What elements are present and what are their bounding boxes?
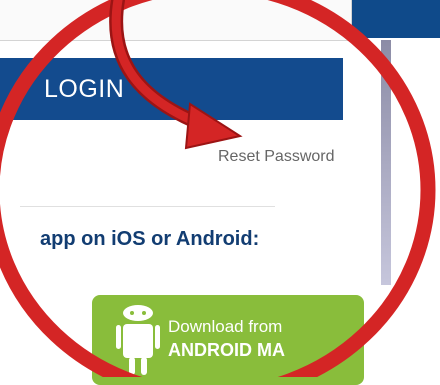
reset-password-link[interactable]: Reset Password — [218, 148, 335, 166]
app-promo-text: app on iOS or Android: — [40, 228, 260, 250]
divider — [20, 206, 275, 207]
scrollbar[interactable] — [381, 40, 391, 285]
android-icon — [116, 305, 160, 384]
login-button[interactable]: LOGIN — [0, 58, 343, 120]
android-market-button[interactable]: Download from ANDROID MA — [92, 295, 364, 385]
android-market-label: ANDROID MA — [168, 340, 285, 360]
password-field[interactable] — [0, 0, 352, 41]
login-button-label: LOGIN — [44, 74, 125, 103]
android-download-label: Download from — [168, 317, 283, 336]
